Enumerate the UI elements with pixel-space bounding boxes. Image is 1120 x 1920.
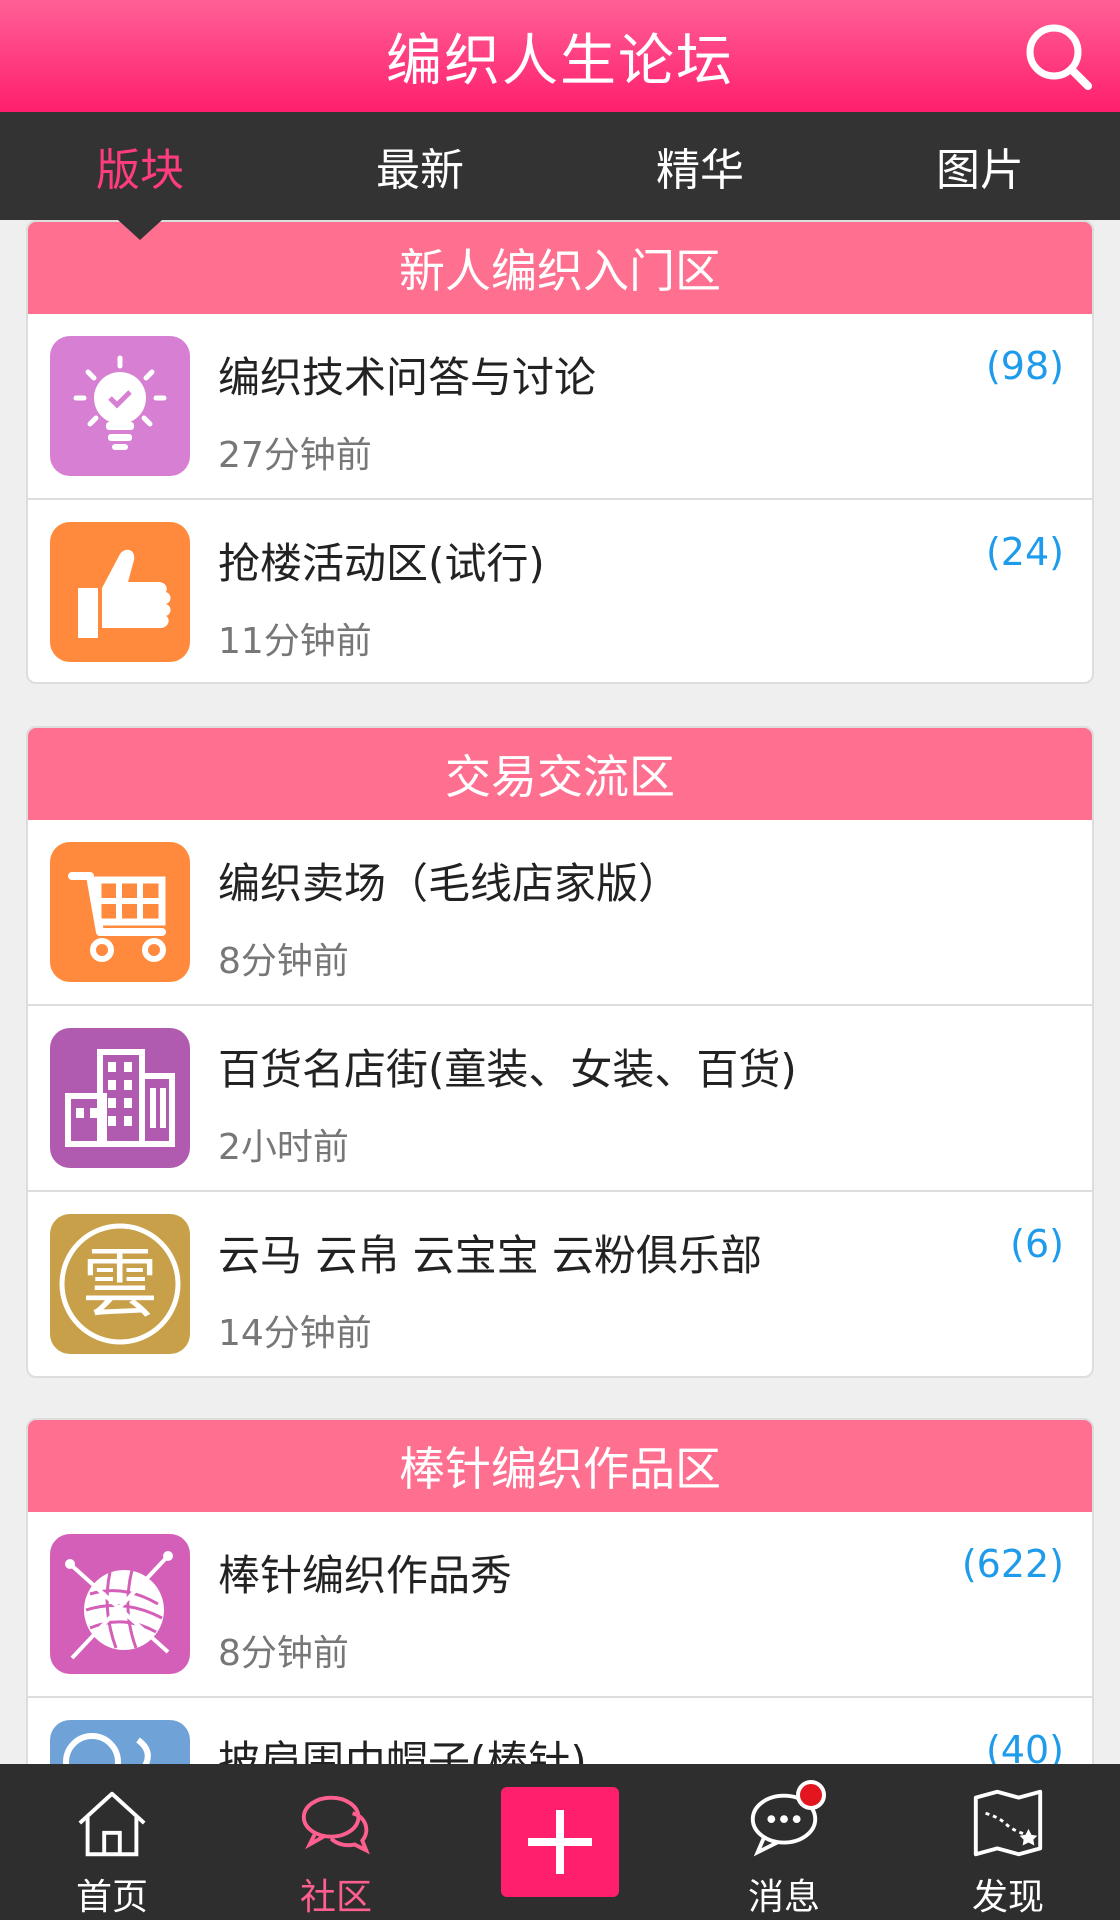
scarf-icon [50, 1720, 190, 1764]
section-knitting-works: 棒针编织作品区 棒针编织作品秀 8分钟前 (622) 披肩围巾帽子(棒针) (4… [26, 1418, 1094, 1764]
search-icon[interactable] [1022, 20, 1094, 92]
forum-updated-time: 11分钟前 [218, 621, 372, 662]
forum-updated-time: 27分钟前 [218, 435, 372, 476]
nav-label: 消息 [747, 1877, 820, 1918]
nav-label: 首页 [75, 1877, 148, 1918]
forum-updated-time: 8分钟前 [218, 1633, 349, 1674]
forum-updated-time: 2小时前 [218, 1127, 349, 1168]
forum-post-count: (98) [985, 344, 1064, 388]
app-header: 编织人生论坛 [0, 0, 1120, 112]
forum-row[interactable]: 棒针编织作品秀 8分钟前 (622) [28, 1512, 1092, 1698]
section-newcomer: 新人编织入门区 编织技术问答与讨论 27分钟前 (98) 抢楼活动区(试行) 1… [26, 220, 1094, 684]
forum-title: 云马 云帛 云宝宝 云粉俱乐部 [218, 1231, 763, 1280]
forum-post-count: (622) [961, 1542, 1064, 1586]
nav-messages[interactable]: 消息 [672, 1764, 896, 1920]
forum-post-count: (6) [1010, 1222, 1064, 1266]
map-icon [973, 1789, 1043, 1857]
nav-label: 发现 [971, 1877, 1044, 1918]
tab-latest[interactable]: 最新 [280, 112, 560, 220]
forum-row[interactable]: 编织卖场（毛线店家版） 8分钟前 [28, 820, 1092, 1006]
forum-title: 抢楼活动区(试行) [218, 539, 545, 588]
forum-row[interactable]: 编织技术问答与讨论 27分钟前 (98) [28, 314, 1092, 500]
nav-discover[interactable]: 发现 [896, 1764, 1120, 1920]
forum-title: 百货名店街(童装、女装、百货) [218, 1045, 797, 1094]
forum-post-count: (24) [985, 530, 1064, 574]
tab-bar: 版块 最新 精华 图片 [0, 112, 1120, 220]
forum-title: 编织技术问答与讨论 [218, 353, 597, 402]
nav-label: 社区 [299, 1877, 372, 1918]
forum-title: 棒针编织作品秀 [218, 1551, 513, 1600]
tab-featured[interactable]: 精华 [560, 112, 840, 220]
nav-community[interactable]: 社区 [224, 1764, 448, 1920]
tab-sections[interactable]: 版块 [0, 112, 280, 220]
forum-updated-time: 14分钟前 [218, 1313, 372, 1354]
forum-post-count: (40) [985, 1728, 1064, 1764]
forum-title: 编织卖场（毛线店家版） [218, 859, 681, 908]
forum-row[interactable]: 披肩围巾帽子(棒针) (40) [28, 1698, 1092, 1764]
thumbs-up-icon [50, 522, 190, 662]
app: 编织人生论坛 版块 最新 精华 图片 新人编织入门区 编织技术问答与讨论 27分… [0, 0, 1120, 1920]
forum-row[interactable]: 百货名店街(童装、女装、百货) 2小时前 [28, 1006, 1092, 1192]
plus-icon[interactable] [501, 1787, 619, 1897]
yun-logo-icon: 雲 [50, 1214, 190, 1354]
section-title: 新人编织入门区 [28, 222, 1092, 314]
forum-row[interactable]: 雲 云马 云帛 云宝宝 云粉俱乐部 14分钟前 (6) [28, 1192, 1092, 1376]
chat-bubbles-icon [301, 1795, 370, 1855]
nav-post[interactable] [448, 1764, 672, 1920]
forum-updated-time: 8分钟前 [218, 941, 349, 982]
notification-badge [796, 1780, 826, 1810]
forum-list[interactable]: 新人编织入门区 编织技术问答与讨论 27分钟前 (98) 抢楼活动区(试行) 1… [0, 220, 1120, 1764]
bottom-nav: 首页 社区 消息 发现 [0, 1764, 1120, 1920]
section-title: 交易交流区 [28, 728, 1092, 820]
nav-home[interactable]: 首页 [0, 1764, 224, 1920]
section-title: 棒针编织作品区 [28, 1420, 1092, 1512]
building-icon [50, 1028, 190, 1168]
svg-text:雲: 雲 [82, 1239, 158, 1328]
tab-pictures[interactable]: 图片 [840, 112, 1120, 220]
forum-row[interactable]: 抢楼活动区(试行) 11分钟前 (24) [28, 500, 1092, 682]
section-trading: 交易交流区 编织卖场（毛线店家版） 8分钟前 百货名店街(童装、女装、百货) 2… [26, 726, 1094, 1378]
forum-title: 披肩围巾帽子(棒针) [218, 1737, 587, 1764]
yarn-ball-icon [50, 1534, 190, 1674]
lightbulb-icon [50, 336, 190, 476]
shopping-cart-icon [50, 842, 190, 982]
active-tab-pointer [118, 220, 162, 240]
page-title: 编织人生论坛 [386, 28, 734, 94]
home-icon [78, 1791, 146, 1857]
